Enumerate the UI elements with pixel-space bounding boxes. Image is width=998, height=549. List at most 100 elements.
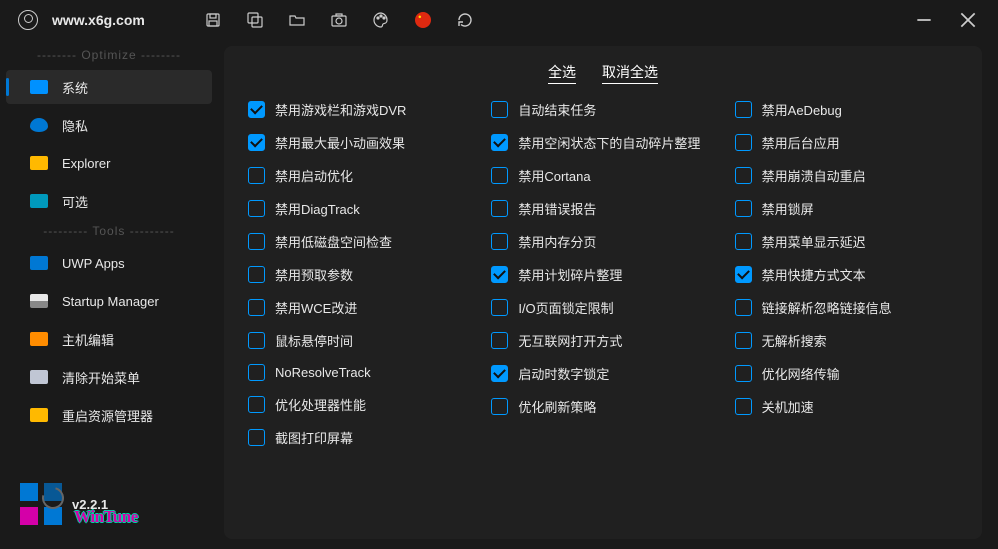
- checkbox-icon[interactable]: [491, 233, 508, 250]
- sidebar-item-label: 系统: [62, 78, 88, 97]
- option-checkbox-row[interactable]: 优化处理器性能: [248, 395, 471, 414]
- edit-icon: [30, 332, 48, 346]
- option-checkbox-row[interactable]: 禁用启动优化: [248, 166, 471, 185]
- checkbox-icon[interactable]: [248, 200, 265, 217]
- option-checkbox-row[interactable]: 关机加速: [735, 397, 958, 416]
- deselect-all-link[interactable]: 取消全选: [602, 62, 658, 82]
- close-button[interactable]: [960, 12, 976, 28]
- checkbox-icon[interactable]: [248, 233, 265, 250]
- sidebar-item-label: 隐私: [62, 116, 88, 135]
- option-label: 禁用低磁盘空间检查: [275, 232, 392, 251]
- folder-open-icon[interactable]: [289, 12, 305, 28]
- save-as-icon[interactable]: [247, 12, 263, 28]
- checkbox-icon[interactable]: [248, 101, 265, 118]
- checkbox-icon[interactable]: [248, 396, 265, 413]
- sidebar-item-privacy[interactable]: 隐私: [6, 108, 212, 142]
- checkbox-icon[interactable]: [735, 233, 752, 250]
- select-controls: 全选 取消全选: [248, 62, 958, 82]
- options-panel: 全选 取消全选 禁用游戏栏和游戏DVR 禁用最大最小动画效果禁用启动优化禁用Dia…: [224, 46, 982, 539]
- sidebar-item-clear-start-menu[interactable]: 清除开始菜单: [6, 360, 212, 394]
- sidebar: -------- Optimize -------- 系统 隐私 Explore…: [0, 40, 218, 549]
- toolbar: [205, 12, 473, 28]
- option-label: 链接解析忽略链接信息: [762, 298, 892, 317]
- option-checkbox-row[interactable]: 禁用DiagTrack: [248, 199, 471, 218]
- checkbox-icon[interactable]: [735, 266, 752, 283]
- camera-icon[interactable]: [331, 12, 347, 28]
- option-checkbox-row[interactable]: 优化网络传输: [735, 364, 958, 383]
- option-checkbox-row[interactable]: 禁用AeDebug: [735, 100, 958, 119]
- option-checkbox-row[interactable]: 禁用锁屏: [735, 199, 958, 218]
- option-checkbox-row[interactable]: 禁用游戏栏和游戏DVR: [248, 100, 471, 119]
- checkbox-icon[interactable]: [735, 299, 752, 316]
- checkbox-icon[interactable]: [248, 364, 265, 381]
- option-label: I/O页面锁定限制: [518, 298, 613, 317]
- option-checkbox-row[interactable]: 自动结束任务: [491, 100, 714, 119]
- option-checkbox-row[interactable]: NoResolveTrack: [248, 364, 471, 381]
- sidebar-item-uwp-apps[interactable]: UWP Apps: [6, 246, 212, 280]
- sidebar-item-host-edit[interactable]: 主机编辑: [6, 322, 212, 356]
- checkbox-icon[interactable]: [735, 134, 752, 151]
- option-checkbox-row[interactable]: 禁用内存分页: [491, 232, 714, 251]
- option-checkbox-row[interactable]: 禁用低磁盘空间检查: [248, 232, 471, 251]
- language-flag-icon[interactable]: [415, 12, 431, 28]
- option-checkbox-row[interactable]: 无解析搜索: [735, 331, 958, 350]
- option-checkbox-row[interactable]: 禁用后台应用: [735, 133, 958, 152]
- option-checkbox-row[interactable]: I/O页面锁定限制: [491, 298, 714, 317]
- option-checkbox-row[interactable]: 禁用最大最小动画效果: [248, 133, 471, 152]
- app-name: WinTune: [74, 507, 138, 527]
- sidebar-item-optional[interactable]: 可选: [6, 184, 212, 218]
- checkbox-icon[interactable]: [248, 332, 265, 349]
- option-checkbox-row[interactable]: 禁用预取参数: [248, 265, 471, 284]
- option-checkbox-row[interactable]: 无互联网打开方式: [491, 331, 714, 350]
- checkbox-icon[interactable]: [248, 299, 265, 316]
- sidebar-item-system[interactable]: 系统: [6, 70, 212, 104]
- option-label: 禁用快捷方式文本: [762, 265, 866, 284]
- section-tools-label: --------- Tools ---------: [0, 224, 218, 238]
- checkbox-icon[interactable]: [248, 429, 265, 446]
- user-icon[interactable]: [18, 10, 38, 30]
- option-checkbox-row[interactable]: 优化刷新策略: [491, 397, 714, 416]
- sidebar-item-explorer[interactable]: Explorer: [6, 146, 212, 180]
- save-icon[interactable]: [205, 12, 221, 28]
- option-checkbox-row[interactable]: 禁用错误报告: [491, 199, 714, 218]
- refresh-icon[interactable]: [457, 12, 473, 28]
- checkbox-icon[interactable]: [491, 200, 508, 217]
- option-checkbox-row[interactable]: 禁用空闲状态下的自动碎片整理: [491, 133, 714, 152]
- option-label: 关机加速: [762, 397, 814, 416]
- minimize-button[interactable]: [916, 12, 932, 28]
- option-checkbox-row[interactable]: 禁用WCE改进: [248, 298, 471, 317]
- checkbox-icon[interactable]: [735, 200, 752, 217]
- sidebar-item-restart-explorer[interactable]: 重启资源管理器: [6, 398, 212, 432]
- option-checkbox-row[interactable]: 链接解析忽略链接信息: [735, 298, 958, 317]
- checkbox-icon[interactable]: [248, 167, 265, 184]
- option-checkbox-row[interactable]: 禁用计划碎片整理: [491, 265, 714, 284]
- option-checkbox-row[interactable]: 禁用崩溃自动重启: [735, 166, 958, 185]
- checkbox-icon[interactable]: [491, 167, 508, 184]
- option-checkbox-row[interactable]: 启动时数字锁定: [491, 364, 714, 383]
- checkbox-icon[interactable]: [491, 332, 508, 349]
- checkbox-icon[interactable]: [735, 332, 752, 349]
- sidebar-item-label: UWP Apps: [62, 256, 125, 271]
- option-checkbox-row[interactable]: 禁用菜单显示延迟: [735, 232, 958, 251]
- sidebar-item-startup-manager[interactable]: Startup Manager: [6, 284, 212, 318]
- checkbox-icon[interactable]: [735, 167, 752, 184]
- option-checkbox-row[interactable]: 禁用Cortana: [491, 166, 714, 185]
- checkbox-icon[interactable]: [491, 266, 508, 283]
- checkbox-icon[interactable]: [248, 266, 265, 283]
- checkbox-icon[interactable]: [735, 365, 752, 382]
- palette-icon[interactable]: [373, 12, 389, 28]
- checkbox-icon[interactable]: [735, 101, 752, 118]
- sidebar-item-label: 可选: [62, 192, 88, 211]
- checkbox-icon[interactable]: [491, 398, 508, 415]
- checkbox-icon[interactable]: [491, 134, 508, 151]
- checkbox-icon[interactable]: [735, 398, 752, 415]
- select-all-link[interactable]: 全选: [548, 62, 576, 82]
- option-checkbox-row[interactable]: 禁用快捷方式文本: [735, 265, 958, 284]
- checkbox-icon[interactable]: [491, 299, 508, 316]
- option-label: 禁用预取参数: [275, 265, 353, 284]
- checkbox-icon[interactable]: [248, 134, 265, 151]
- checkbox-icon[interactable]: [491, 365, 508, 382]
- checkbox-icon[interactable]: [491, 101, 508, 118]
- option-checkbox-row[interactable]: 截图打印屏幕: [248, 428, 471, 447]
- option-checkbox-row[interactable]: 鼠标悬停时间: [248, 331, 471, 350]
